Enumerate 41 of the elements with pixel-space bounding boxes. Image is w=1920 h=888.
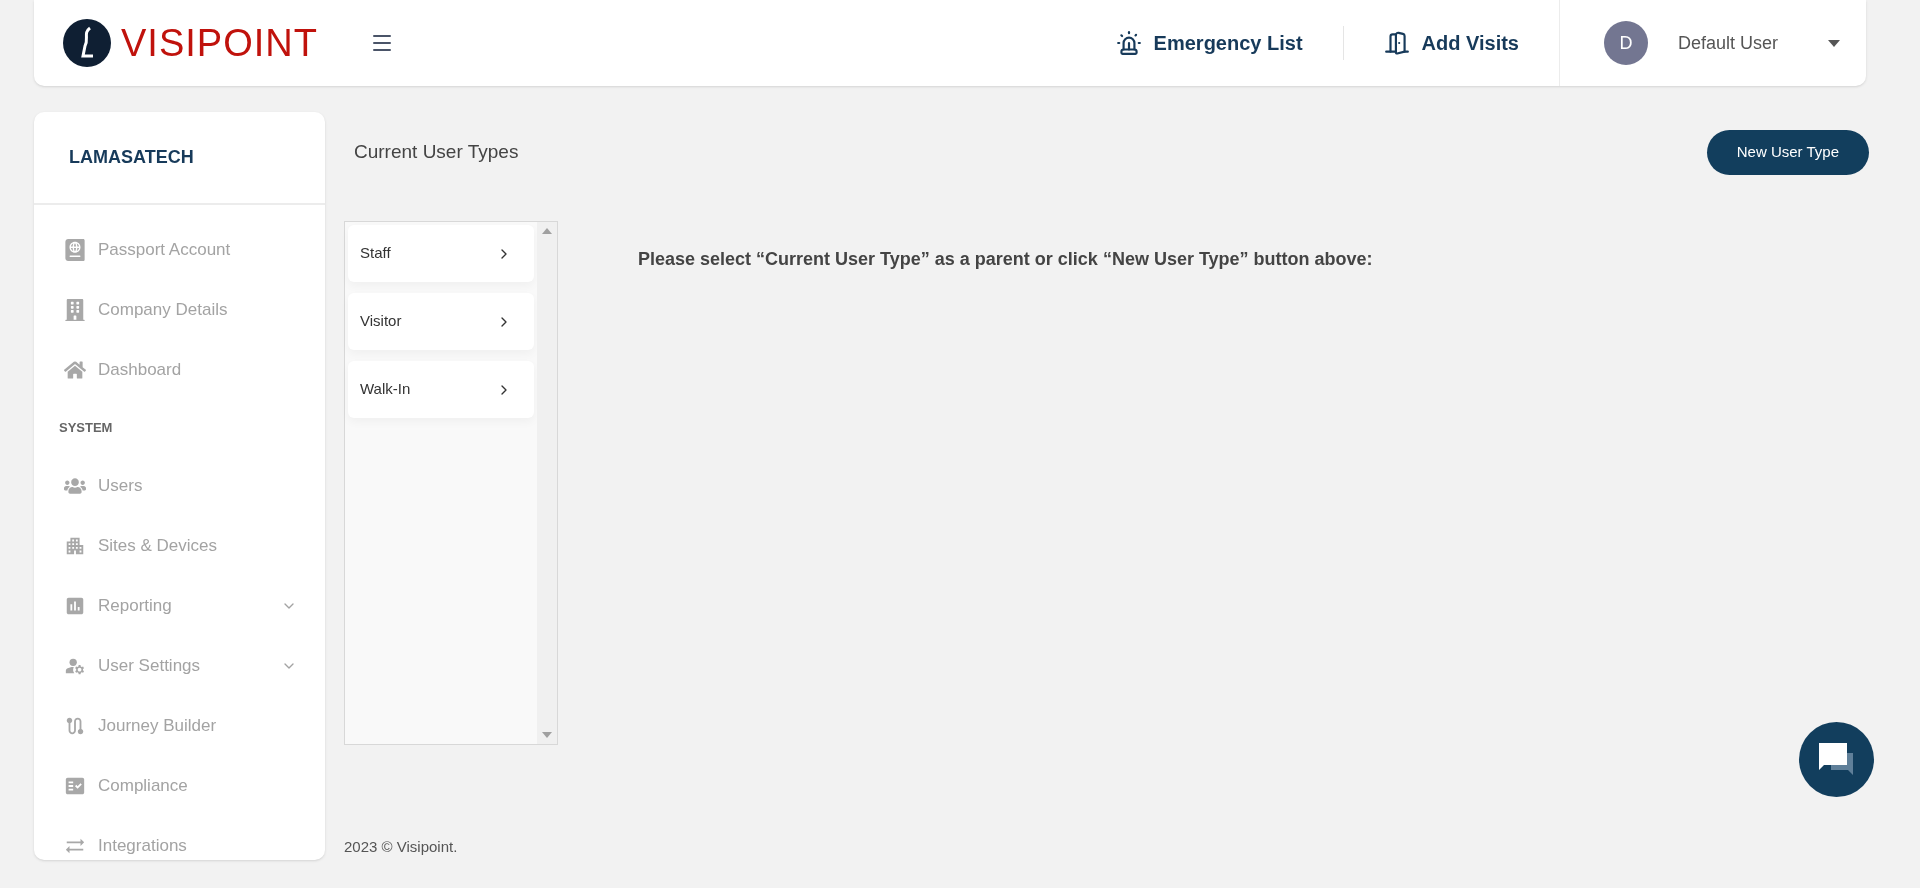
sidebar-item[interactable]: Compliance	[34, 756, 325, 816]
user-menu[interactable]: D Default User	[1560, 0, 1866, 86]
sidebar-item[interactable]: Journey Builder	[34, 696, 325, 756]
logo-mark-icon	[63, 19, 111, 67]
scroll-up-icon	[542, 228, 552, 234]
new-user-type-button[interactable]: New User Type	[1706, 129, 1869, 175]
sidebar-item[interactable]: Sites & Devices	[34, 516, 325, 576]
header-link[interactable]: Emergency List	[1075, 28, 1343, 58]
user-type-item[interactable]: Staff	[348, 225, 534, 282]
sidebar-item[interactable]: Users	[34, 456, 325, 516]
section-heading: SYSTEM	[59, 419, 113, 438]
sidebar-item[interactable]: Dashboard	[34, 340, 325, 400]
logo: VISIPOINT	[63, 19, 318, 67]
door-icon	[1383, 30, 1410, 56]
chart-document-icon	[64, 595, 86, 617]
avatar: D	[1604, 21, 1648, 65]
route-icon	[64, 715, 86, 737]
user-type-item[interactable]: Visitor	[348, 293, 534, 350]
sidebar-item[interactable]: User Settings	[34, 636, 325, 696]
building-pin-icon	[64, 535, 86, 557]
sidebar-item[interactable]: Integrations	[34, 816, 325, 860]
passport-icon	[64, 239, 86, 261]
header-link[interactable]: Add Visits	[1343, 28, 1559, 58]
caret-icon	[1828, 39, 1840, 47]
footer-text: 2023 © Visipoint.	[344, 836, 459, 857]
sidebar-item[interactable]: Passport Account	[34, 220, 325, 280]
building-icon	[64, 299, 86, 321]
home-icon	[64, 359, 86, 381]
user-name: Default User	[1678, 31, 1780, 55]
siren-icon	[1115, 30, 1142, 56]
sidebar-item[interactable]: Reporting	[34, 576, 325, 636]
chat-bubbles-icon	[1818, 742, 1855, 777]
checklist-icon	[64, 775, 86, 797]
instruction-text: Please select “Current User Type” as a parent or click “New User Type” button above:	[638, 248, 1373, 271]
user-type-item[interactable]: Walk-In	[348, 361, 534, 418]
company-name: LAMASATECH	[69, 146, 194, 169]
page-title: Current User Types	[353, 139, 519, 164]
scrollbar[interactable]	[537, 222, 557, 744]
scroll-down-icon	[542, 732, 552, 738]
sidebar-item[interactable]: Company Details	[34, 280, 325, 340]
users-icon	[64, 475, 86, 497]
